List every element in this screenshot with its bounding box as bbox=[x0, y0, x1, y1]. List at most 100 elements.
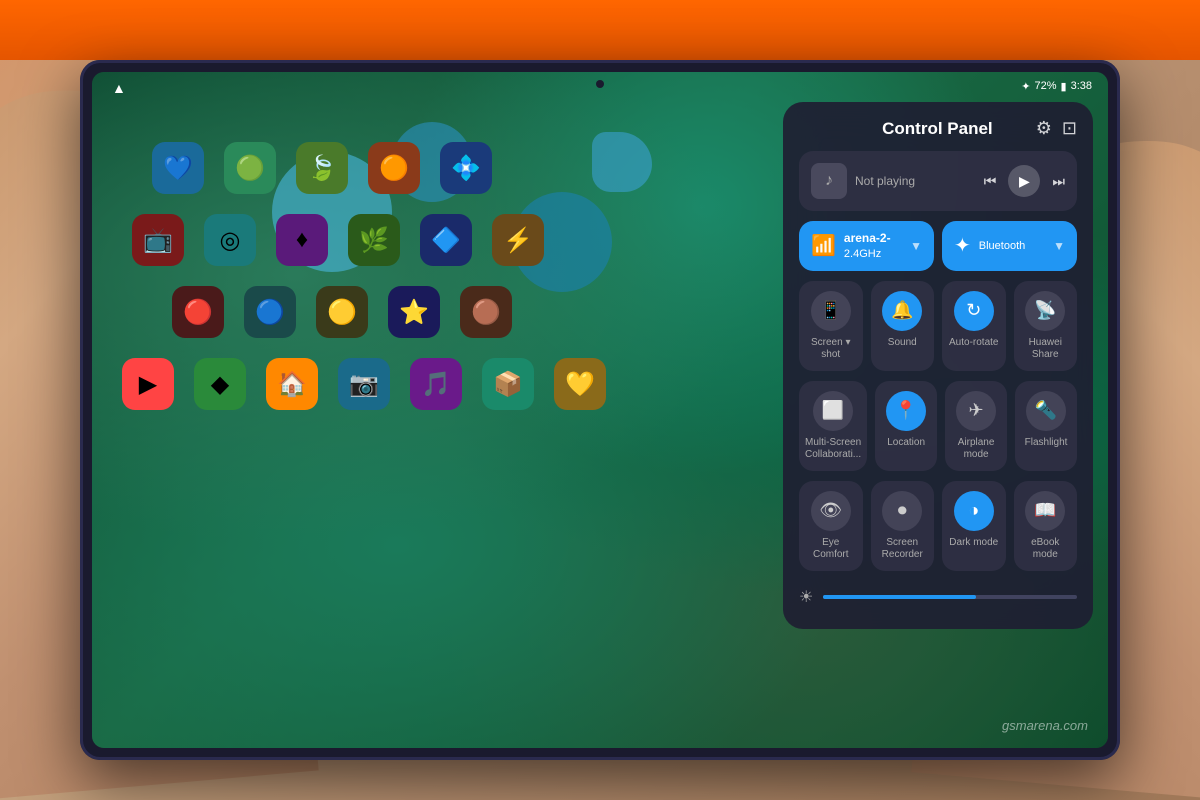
scene: ✦ 72% ▮ 3:38 ▲ 💙 🟢 🍃 🟠 💠 📺 bbox=[0, 0, 1200, 800]
cp-title: Control Panel bbox=[839, 119, 1036, 139]
location-label: Location bbox=[887, 437, 925, 449]
app-icon[interactable]: 🟢 bbox=[224, 142, 276, 194]
media-note-icon: ♪ bbox=[811, 163, 847, 199]
eye-comfort-icon: 👁 bbox=[811, 491, 851, 531]
ebook-icon: 📖 bbox=[1025, 491, 1065, 531]
autorotate-label: Auto-rotate bbox=[949, 337, 998, 349]
wifi-icon: 📶 bbox=[811, 233, 836, 258]
tablet-device: ✦ 72% ▮ 3:38 ▲ 💙 🟢 🍃 🟠 💠 📺 bbox=[80, 60, 1120, 760]
dark-mode-icon: ◑ bbox=[954, 491, 994, 531]
bluetooth-expand-icon[interactable]: ▼ bbox=[1053, 239, 1065, 253]
screenshot-label: Screen ▾shot bbox=[811, 337, 850, 361]
battery-percent: 72% bbox=[1034, 80, 1056, 92]
app-row-3: 🔴 🔵 🟡 ⭐ 🟤 bbox=[112, 286, 768, 338]
bluetooth-tile[interactable]: ✦ Bluetooth ▼ bbox=[942, 221, 1077, 271]
app-icon[interactable]: 💛 bbox=[554, 358, 606, 410]
app-icon[interactable]: 🔵 bbox=[244, 286, 296, 338]
bluetooth-label: Bluetooth bbox=[979, 239, 1025, 253]
app-icon[interactable]: 🏠 bbox=[266, 358, 318, 410]
media-controls[interactable]: ⏮ ▶ ⏭ bbox=[984, 165, 1065, 197]
clock: 3:38 bbox=[1071, 80, 1092, 92]
status-icons: ✦ 72% ▮ 3:38 bbox=[1021, 80, 1092, 93]
edit-icon[interactable]: ⊡ bbox=[1062, 118, 1077, 139]
brightness-slider[interactable] bbox=[823, 595, 1077, 599]
app-icon[interactable]: 🔷 bbox=[420, 214, 472, 266]
settings-icon[interactable]: ⚙ bbox=[1036, 118, 1052, 139]
app-icon[interactable]: ⚡ bbox=[492, 214, 544, 266]
multiscreen-label: Multi-ScreenCollaborati... bbox=[805, 437, 861, 461]
multiscreen-icon: ⬜ bbox=[813, 391, 853, 431]
app-icon[interactable]: 📷 bbox=[338, 358, 390, 410]
flashlight-label: Flashlight bbox=[1025, 437, 1068, 449]
watermark: gsmarena.com bbox=[1002, 718, 1088, 733]
media-play-btn[interactable]: ▶ bbox=[1008, 165, 1040, 197]
toggles-grid-row2: ⬜ Multi-ScreenCollaborati... 📍 Location … bbox=[799, 381, 1077, 471]
screen-recorder-label: ScreenRecorder bbox=[882, 537, 923, 561]
app-row-2: 📺 ◎ ♦ 🌿 🔷 ⚡ bbox=[112, 214, 768, 266]
app-icon[interactable]: ◎ bbox=[204, 214, 256, 266]
screen-recorder-icon: ⏺ bbox=[882, 491, 922, 531]
media-player: ♪ Not playing ⏮ ▶ ⏭ bbox=[799, 151, 1077, 211]
cp-header-icons: ⚙ ⊡ bbox=[1036, 118, 1077, 139]
app-icon[interactable]: ▶ bbox=[122, 358, 174, 410]
screenshot-toggle[interactable]: 📱 Screen ▾shot bbox=[799, 281, 863, 371]
app-icon[interactable]: ♦ bbox=[276, 214, 328, 266]
app-icon[interactable]: 🎵 bbox=[410, 358, 462, 410]
location-toggle[interactable]: 📍 Location bbox=[875, 381, 937, 471]
front-camera bbox=[596, 80, 604, 88]
eye-comfort-label: Eye Comfort bbox=[805, 537, 857, 561]
control-panel: Control Panel ⚙ ⊡ ♪ Not playing ⏮ ▶ bbox=[783, 102, 1093, 629]
app-icon[interactable]: 🍃 bbox=[296, 142, 348, 194]
app-icon[interactable]: 💙 bbox=[152, 142, 204, 194]
flashlight-icon: 🔦 bbox=[1026, 391, 1066, 431]
app-row-1: 💙 🟢 🍃 🟠 💠 bbox=[112, 142, 768, 194]
flashlight-toggle[interactable]: 🔦 Flashlight bbox=[1015, 381, 1077, 471]
tablet-screen: ✦ 72% ▮ 3:38 ▲ 💙 🟢 🍃 🟠 💠 📺 bbox=[92, 72, 1108, 748]
connectivity-row: 📶 arena-2- 2.4GHz ▼ ✦ Bluetooth ▼ bbox=[799, 221, 1077, 271]
wifi-info: arena-2- 2.4GHz bbox=[844, 231, 891, 261]
app-icon[interactable]: 🟤 bbox=[460, 286, 512, 338]
media-prev-btn[interactable]: ⏮ bbox=[984, 173, 997, 190]
brightness-row: ☀ bbox=[799, 581, 1077, 613]
autorotate-icon: ↻ bbox=[954, 291, 994, 331]
app-icon[interactable]: 📦 bbox=[482, 358, 534, 410]
bluetooth-icon: ✦ bbox=[954, 233, 971, 258]
dark-mode-label: Dark mode bbox=[949, 537, 998, 549]
screen-recorder-toggle[interactable]: ⏺ ScreenRecorder bbox=[871, 481, 935, 571]
bluetooth-status-icon: ✦ bbox=[1021, 80, 1030, 93]
screenshot-icon: 📱 bbox=[811, 291, 851, 331]
huawei-share-toggle[interactable]: 📡 HuaweiShare bbox=[1014, 281, 1078, 371]
dark-mode-toggle[interactable]: ◑ Dark mode bbox=[942, 481, 1006, 571]
app-icon[interactable]: 🌿 bbox=[348, 214, 400, 266]
sound-icon: 🔔 bbox=[882, 291, 922, 331]
huawei-share-icon: 📡 bbox=[1025, 291, 1065, 331]
eye-comfort-toggle[interactable]: 👁 Eye Comfort bbox=[799, 481, 863, 571]
autorotate-toggle[interactable]: ↻ Auto-rotate bbox=[942, 281, 1006, 371]
app-icon[interactable]: 🔴 bbox=[172, 286, 224, 338]
media-next-btn[interactable]: ⏭ bbox=[1052, 173, 1065, 190]
multiscreen-toggle[interactable]: ⬜ Multi-ScreenCollaborati... bbox=[799, 381, 867, 471]
airplane-icon: ✈ bbox=[956, 391, 996, 431]
app-icon[interactable]: 📺 bbox=[132, 214, 184, 266]
wifi-expand-icon[interactable]: ▼ bbox=[910, 239, 922, 253]
app-icon[interactable]: 🟡 bbox=[316, 286, 368, 338]
brightness-icon: ☀ bbox=[799, 587, 813, 607]
app-icon[interactable]: ⭐ bbox=[388, 286, 440, 338]
ebook-label: eBook mode bbox=[1020, 537, 1072, 561]
home-screen-apps: 💙 🟢 🍃 🟠 💠 📺 ◎ ♦ 🌿 🔷 ⚡ 🔴 🔵 bbox=[112, 112, 768, 648]
location-icon: 📍 bbox=[886, 391, 926, 431]
airplane-mode-toggle[interactable]: ✈ Airplanemode bbox=[945, 381, 1007, 471]
brightness-fill bbox=[823, 595, 975, 599]
wifi-tile[interactable]: 📶 arena-2- 2.4GHz ▼ bbox=[799, 221, 934, 271]
app-icon[interactable]: 💠 bbox=[440, 142, 492, 194]
cp-header: Control Panel ⚙ ⊡ bbox=[799, 118, 1077, 139]
toggles-grid-row3: 👁 Eye Comfort ⏺ ScreenRecorder ◑ Dark mo… bbox=[799, 481, 1077, 571]
ebook-mode-toggle[interactable]: 📖 eBook mode bbox=[1014, 481, 1078, 571]
app-icon[interactable]: ◆ bbox=[194, 358, 246, 410]
app-icon[interactable]: 🟠 bbox=[368, 142, 420, 194]
wifi-indicator-home: ▲ bbox=[112, 80, 126, 96]
huawei-share-label: HuaweiShare bbox=[1029, 337, 1062, 361]
battery-icon: ▮ bbox=[1061, 80, 1067, 93]
sound-toggle[interactable]: 🔔 Sound bbox=[871, 281, 935, 371]
sound-label: Sound bbox=[888, 337, 917, 349]
